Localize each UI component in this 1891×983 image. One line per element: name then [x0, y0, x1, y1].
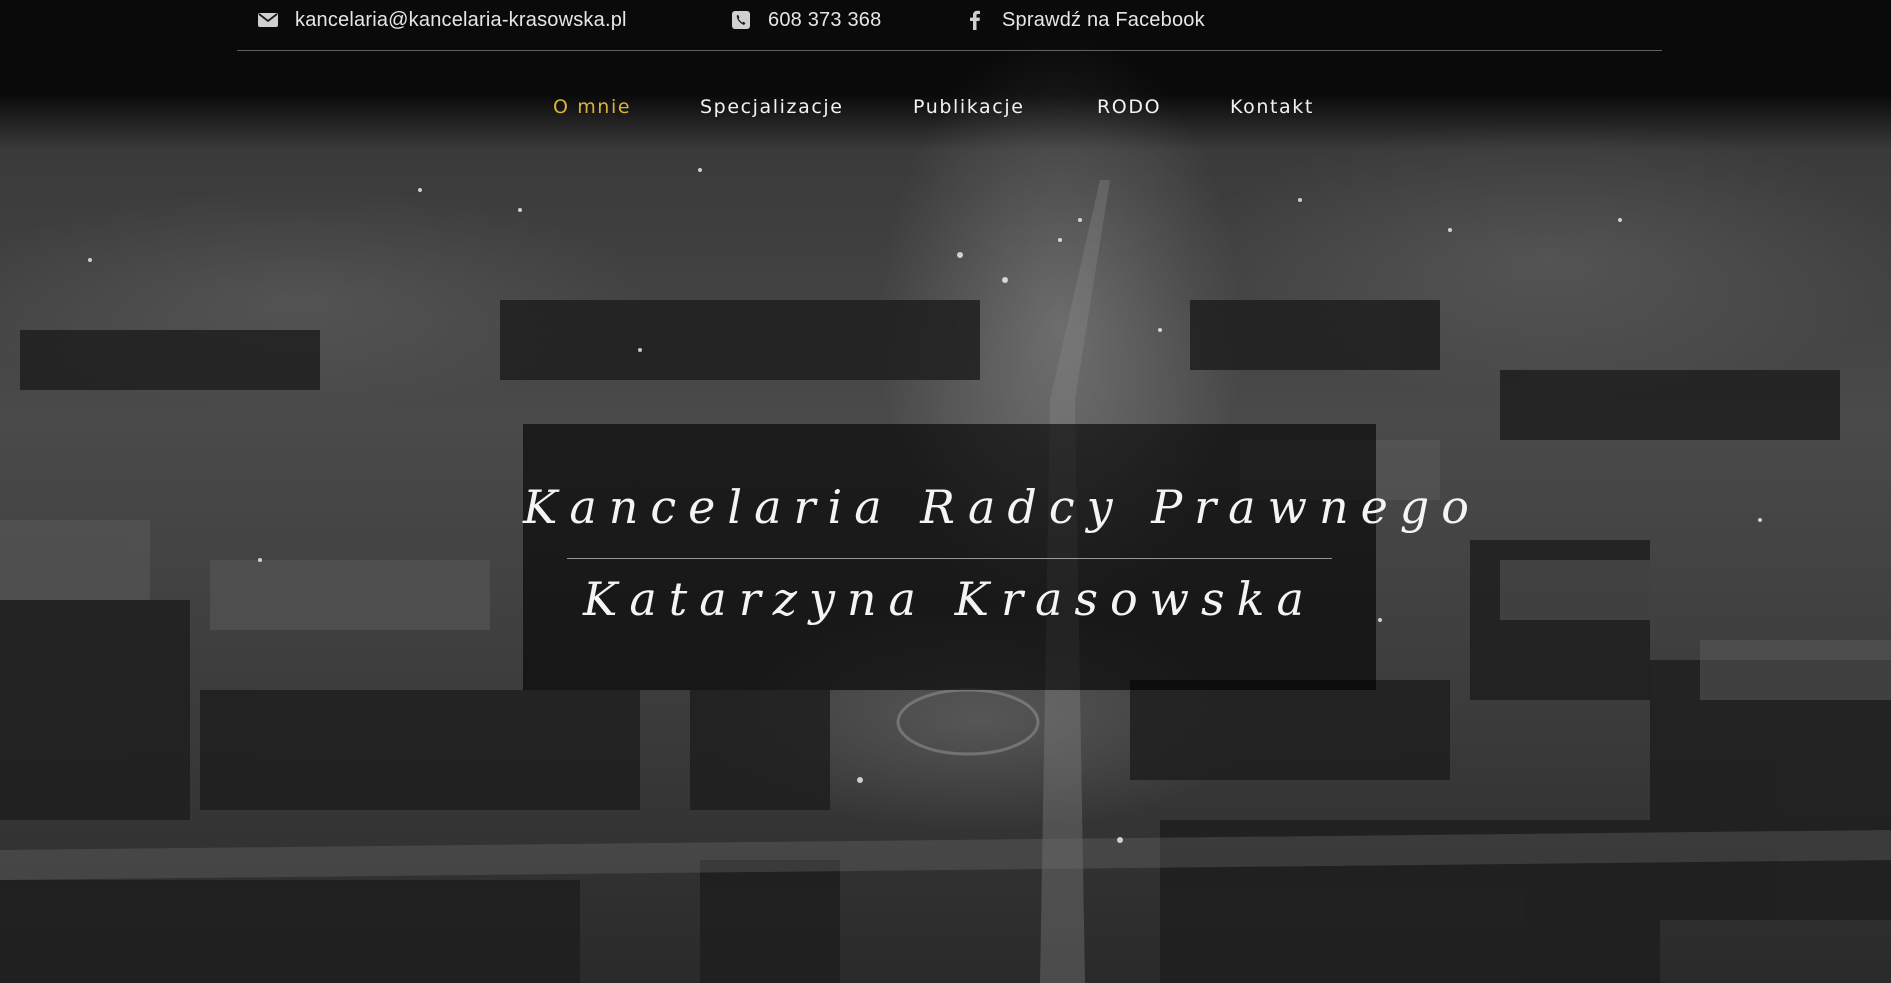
- topbar-email-link[interactable]: kancelaria@kancelaria-krasowska.pl: [257, 8, 627, 32]
- envelope-icon: [257, 9, 279, 31]
- top-contact-bar: kancelaria@kancelaria-krasowska.pl 608 3…: [237, 0, 1662, 51]
- page: kancelaria@kancelaria-krasowska.pl 608 3…: [0, 0, 1891, 983]
- main-navigation: O mnie Specjalizacje Publikacje RODO Kon…: [0, 96, 1891, 126]
- topbar-email-text: kancelaria@kancelaria-krasowska.pl: [295, 8, 627, 31]
- hero-title-line-2: Katarzyna Krasowska: [583, 572, 1316, 626]
- nav-item-publikacje[interactable]: Publikacje: [913, 96, 1025, 118]
- topbar-phone-link[interactable]: 608 373 368: [730, 8, 881, 32]
- nav-item-specjalizacje[interactable]: Specjalizacje: [700, 96, 844, 118]
- hero-title-line-1: Kancelaria Radcy Prawnego: [523, 480, 1481, 534]
- phone-square-icon: [730, 9, 752, 31]
- nav-item-rodo[interactable]: RODO: [1097, 96, 1161, 118]
- facebook-icon: [964, 9, 986, 31]
- nav-item-kontakt[interactable]: Kontakt: [1230, 96, 1314, 118]
- topbar-facebook-link[interactable]: Sprawdź na Facebook: [964, 8, 1205, 32]
- topbar-facebook-text: Sprawdź na Facebook: [1002, 8, 1205, 31]
- topbar-phone-text: 608 373 368: [768, 8, 882, 31]
- hero-title-box: Kancelaria Radcy Prawnego Katarzyna Kras…: [523, 424, 1481, 690]
- hero-title-divider: [567, 558, 1332, 559]
- nav-item-o-mnie[interactable]: O mnie: [553, 96, 631, 118]
